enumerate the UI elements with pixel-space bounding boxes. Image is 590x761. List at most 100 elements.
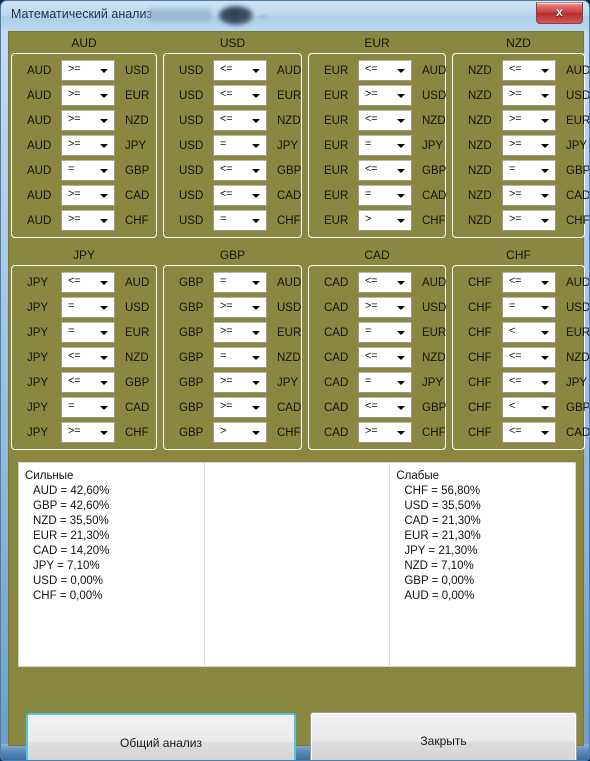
operator-dropdown[interactable]: = xyxy=(61,322,115,343)
chevron-down-icon xyxy=(541,331,549,335)
operator-dropdown[interactable]: <= xyxy=(358,110,412,131)
quote-currency-label: GBP xyxy=(125,376,150,389)
operator-dropdown[interactable]: >= xyxy=(502,135,556,156)
results-list-pane-1[interactable] xyxy=(203,463,390,666)
base-currency-label: AUD xyxy=(27,139,52,152)
operator-dropdown[interactable]: <= xyxy=(61,272,115,293)
operator-dropdown[interactable]: <= xyxy=(213,110,267,131)
list-item[interactable]: USD = 0,00% xyxy=(25,574,204,589)
list-item[interactable]: AUD = 42,60% xyxy=(25,484,204,499)
list-item[interactable]: CHF = 0,00% xyxy=(25,589,204,604)
operator-dropdown[interactable]: = xyxy=(61,297,115,318)
general-analysis-button[interactable]: Общий анализ xyxy=(26,713,296,760)
operator-dropdown[interactable]: >= xyxy=(358,85,412,106)
operator-dropdown[interactable]: > xyxy=(358,210,412,231)
operator-value: >= xyxy=(509,138,522,150)
operator-dropdown[interactable]: = xyxy=(502,160,556,181)
list-item[interactable]: EUR = 21,30% xyxy=(396,529,575,544)
operator-dropdown[interactable]: <= xyxy=(358,160,412,181)
list-item[interactable]: GBP = 0,00% xyxy=(396,574,575,589)
operator-dropdown[interactable]: >= xyxy=(358,422,412,443)
operator-dropdown[interactable]: = xyxy=(358,135,412,156)
operator-dropdown[interactable]: <= xyxy=(502,60,556,81)
operator-dropdown[interactable]: >= xyxy=(502,210,556,231)
operator-dropdown[interactable]: <= xyxy=(358,60,412,81)
operator-dropdown[interactable]: >= xyxy=(61,422,115,443)
list-item[interactable]: GBP = 42,60% xyxy=(25,499,204,514)
list-item[interactable]: AUD = 0,00% xyxy=(396,589,575,604)
quote-currency-label: CHF xyxy=(422,426,446,439)
operator-dropdown[interactable]: >= xyxy=(61,60,115,81)
quote-currency-label: CHF xyxy=(277,214,301,227)
list-item[interactable]: CAD = 14,20% xyxy=(25,544,204,559)
operator-dropdown[interactable]: < xyxy=(502,397,556,418)
operator-dropdown[interactable]: = xyxy=(358,322,412,343)
close-window-button[interactable]: x xyxy=(536,2,583,24)
operator-dropdown[interactable]: >= xyxy=(358,297,412,318)
results-list-pane-0[interactable]: Сильные AUD = 42,60% GBP = 42,60% NZD = 35,… xyxy=(19,463,204,666)
comparison-row: AUD >= CHF xyxy=(11,208,157,233)
operator-dropdown[interactable]: = xyxy=(213,272,267,293)
operator-dropdown[interactable]: <= xyxy=(502,372,556,393)
operator-dropdown[interactable]: = xyxy=(358,372,412,393)
list-item[interactable]: EUR = 21,30% xyxy=(25,529,204,544)
comparison-row: GBP = NZD xyxy=(163,345,302,370)
operator-dropdown[interactable]: <= xyxy=(358,347,412,368)
quote-currency-label: CHF xyxy=(125,426,149,439)
operator-dropdown[interactable]: >= xyxy=(502,185,556,206)
quote-currency-label: JPY xyxy=(277,376,299,389)
list-item[interactable]: CAD = 21,30% xyxy=(396,514,575,529)
base-currency-label: AUD xyxy=(27,189,52,202)
operator-dropdown[interactable]: = xyxy=(213,210,267,231)
operator-dropdown[interactable]: = xyxy=(358,185,412,206)
operator-dropdown[interactable]: > xyxy=(213,422,267,443)
base-currency-label: EUR xyxy=(324,189,349,202)
operator-dropdown[interactable]: = xyxy=(213,135,267,156)
operator-dropdown[interactable]: = xyxy=(61,160,115,181)
operator-dropdown[interactable]: = xyxy=(213,347,267,368)
list-item[interactable]: JPY = 21,30% xyxy=(396,544,575,559)
list-item[interactable]: USD = 35,50% xyxy=(396,499,575,514)
comparison-row: NZD >= CHF xyxy=(452,208,589,233)
operator-dropdown[interactable]: <= xyxy=(213,85,267,106)
title-bar[interactable]: Математический анализ x xyxy=(1,1,589,31)
operator-dropdown[interactable]: >= xyxy=(502,110,556,131)
operator-dropdown[interactable]: >= xyxy=(61,210,115,231)
operator-dropdown[interactable]: <= xyxy=(502,347,556,368)
operator-dropdown[interactable]: = xyxy=(61,397,115,418)
base-currency-label: EUR xyxy=(324,164,349,177)
operator-dropdown[interactable]: <= xyxy=(502,422,556,443)
operator-dropdown[interactable]: <= xyxy=(358,272,412,293)
base-currency-label: CAD xyxy=(324,301,349,314)
base-currency-label: AUD xyxy=(27,89,52,102)
list-item[interactable]: NZD = 7,10% xyxy=(396,559,575,574)
operator-dropdown[interactable]: <= xyxy=(213,60,267,81)
list-item[interactable]: CHF = 56,80% xyxy=(396,484,575,499)
operator-dropdown[interactable]: >= xyxy=(213,322,267,343)
operator-dropdown[interactable]: >= xyxy=(61,185,115,206)
operator-dropdown[interactable]: = xyxy=(502,297,556,318)
operator-dropdown[interactable]: <= xyxy=(61,372,115,393)
operator-dropdown[interactable]: <= xyxy=(502,272,556,293)
operator-dropdown[interactable]: >= xyxy=(61,110,115,131)
chevron-down-icon xyxy=(100,356,108,360)
operator-dropdown[interactable]: <= xyxy=(213,160,267,181)
operator-dropdown[interactable]: >= xyxy=(61,135,115,156)
operator-dropdown[interactable]: >= xyxy=(213,372,267,393)
base-currency-label: NZD xyxy=(468,89,492,102)
operator-dropdown[interactable]: <= xyxy=(213,185,267,206)
operator-dropdown[interactable]: >= xyxy=(61,85,115,106)
operator-dropdown[interactable]: >= xyxy=(502,85,556,106)
list-item[interactable]: JPY = 7,10% xyxy=(25,559,204,574)
operator-dropdown[interactable]: <= xyxy=(61,347,115,368)
operator-dropdown[interactable]: >= xyxy=(213,397,267,418)
list-item[interactable]: NZD = 35,50% xyxy=(25,514,204,529)
base-currency-label: USD xyxy=(179,139,204,152)
close-button[interactable]: Закрыть xyxy=(310,712,577,760)
operator-value: >= xyxy=(509,88,522,100)
base-currency-label: JPY xyxy=(27,401,49,414)
operator-dropdown[interactable]: <= xyxy=(358,397,412,418)
operator-dropdown[interactable]: >= xyxy=(213,297,267,318)
results-list-pane-2[interactable]: Слабые CHF = 56,80% USD = 35,50% CAD = 21,3… xyxy=(389,463,575,666)
operator-dropdown[interactable]: < xyxy=(502,322,556,343)
